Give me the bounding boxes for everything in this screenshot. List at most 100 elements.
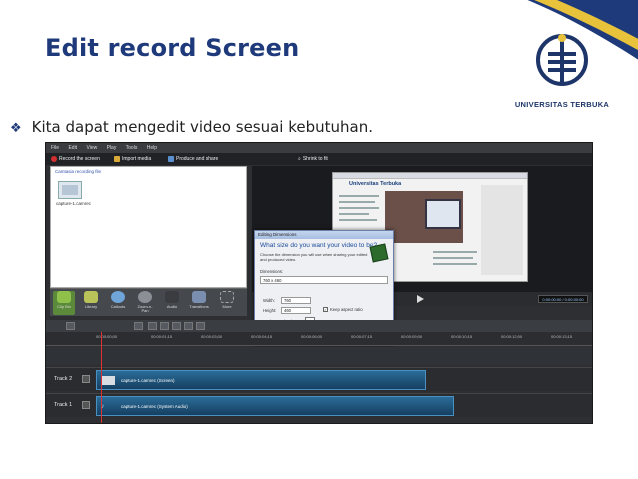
bullet-point: ❖ Kita dapat mengedit video sesuai kebutu…: [10, 118, 373, 136]
record-label: Record the screen: [59, 156, 100, 162]
ruler-tick: 00:00:12;00: [501, 334, 523, 339]
produce-share-button[interactable]: Produce and share: [168, 153, 218, 165]
timeline-settings-button[interactable]: [66, 322, 75, 330]
logo-text: UNIVERSITAS TERBUKA: [514, 100, 610, 109]
callout-icon: [111, 291, 125, 303]
menu-view[interactable]: View: [86, 145, 97, 151]
clip-label: capture-1.camrec (System Audio): [121, 404, 188, 409]
width-input[interactable]: 760: [281, 297, 311, 304]
tab-label: Library: [84, 304, 98, 309]
university-logo: UNIVERSITAS TERBUKA: [507, 30, 617, 116]
audio-clip[interactable]: ♪ capture-1.camrec (System Audio): [96, 396, 454, 416]
zoom-label: Shrink to fit: [302, 156, 328, 162]
tab-label: Callouts: [110, 304, 126, 309]
tab-clip-bin[interactable]: Clip Bin: [53, 291, 75, 315]
tab-zoom-pan[interactable]: Zoom-n-Pan: [134, 291, 156, 315]
clip-thumbnail[interactable]: [58, 181, 82, 199]
height-label: Height:: [263, 308, 277, 313]
ruler-tick: 00:00:03;00: [201, 334, 223, 339]
track-1: Track 1 ♪ capture-1.camrec (System Audio…: [46, 393, 592, 417]
zoom-icon: [138, 291, 152, 303]
produce-label: Produce and share: [176, 156, 219, 162]
magnifier-icon: ⌕: [298, 156, 301, 162]
text-line: [433, 257, 473, 259]
ruler-tick: 00:00:13;15: [551, 334, 573, 339]
tab-callouts[interactable]: Callouts: [107, 291, 129, 315]
text-line: [339, 195, 379, 197]
slide-title: Edit record Screen: [45, 34, 300, 62]
checkmark-icon: ✓: [323, 307, 328, 312]
empty-track: [46, 347, 592, 365]
browser-bar: [333, 173, 527, 179]
ruler-tick: 00:00:07;15: [351, 334, 373, 339]
height-input[interactable]: 460: [281, 307, 311, 314]
ruler-tick: 00:00:04;15: [251, 334, 273, 339]
film-icon: [369, 243, 389, 263]
webpage-sidebar: [481, 185, 523, 275]
menu-play[interactable]: Play: [107, 145, 117, 151]
ruler-tick: 00:00:06;00: [301, 334, 323, 339]
import-media-button[interactable]: Import media: [114, 153, 151, 165]
tab-transitions[interactable]: Transitions: [188, 291, 210, 315]
tab-more[interactable]: More: [216, 291, 238, 315]
screen-clip[interactable]: capture-1.camrec (Screen): [96, 370, 426, 390]
timeline-toolbar: [46, 320, 592, 332]
webpage-photo: [385, 191, 463, 243]
width-label: Width:: [263, 298, 275, 303]
record-icon: [51, 156, 57, 162]
tab-label: Zoom-n-Pan: [137, 304, 153, 313]
timeline-ruler[interactable]: 00:00:00;00 00:00:01;15 00:00:03;00 00:0…: [46, 332, 592, 346]
record-screen-button[interactable]: Record the screen: [51, 153, 100, 165]
dialog-title: Editing Dimensions: [255, 231, 393, 239]
diamond-bullet-icon: ❖: [10, 121, 22, 136]
folder-icon: [114, 156, 120, 162]
split-button[interactable]: [160, 322, 169, 330]
clip-bin-header: Camtasia recording file: [55, 169, 102, 174]
clip-label: capture-1.camrec (Screen): [121, 378, 175, 383]
share-icon: [168, 156, 174, 162]
playhead[interactable]: [101, 332, 102, 423]
ruler-tick: 00:00:00;00: [96, 334, 118, 339]
clip-filename: capture-1.camrec: [56, 201, 92, 206]
menu-help[interactable]: Help: [147, 145, 157, 151]
clip-bin-icon: [57, 291, 71, 303]
import-label: Import media: [122, 156, 152, 162]
track-name: Track 1: [54, 402, 73, 408]
task-tabs: Clip Bin Library Callouts Zoom-n-Pan Aud…: [50, 288, 247, 316]
clip-bin-panel: Camtasia recording file capture-1.camrec: [50, 166, 247, 288]
dialog-question: What size do you want your video to be?: [260, 242, 378, 249]
tab-label: More: [222, 304, 232, 309]
delete-button[interactable]: [196, 322, 205, 330]
menu-file[interactable]: File: [51, 145, 59, 151]
site-title: Universitas Terbuka: [349, 181, 402, 187]
dialog-description: Choose the dimension you will use when s…: [260, 252, 368, 262]
tab-label: Audio: [166, 304, 178, 309]
ruler-tick: 00:00:09;00: [401, 334, 423, 339]
video-thumbnail-icon: [101, 376, 115, 385]
text-line: [339, 201, 375, 203]
tab-audio[interactable]: Audio: [161, 291, 183, 315]
track-2: Track 2 capture-1.camrec (Screen): [46, 367, 592, 391]
ruler-tick: 00:00:10;15: [451, 334, 473, 339]
tab-library[interactable]: Library: [80, 291, 102, 315]
text-line: [339, 219, 377, 221]
zoom-dropdown[interactable]: ⌕ Shrink to fit: [298, 153, 328, 165]
keep-aspect-checkbox[interactable]: ✓ Keep aspect ratio: [323, 307, 363, 312]
track-toggle[interactable]: [82, 401, 90, 409]
text-line: [433, 263, 477, 265]
track-toggle[interactable]: [82, 375, 90, 383]
copy-button[interactable]: [172, 322, 181, 330]
cut-button[interactable]: [148, 322, 157, 330]
track-name: Track 2: [54, 376, 73, 382]
menu-edit[interactable]: Edit: [68, 145, 77, 151]
menu-tools[interactable]: Tools: [126, 145, 138, 151]
zoom-slider-icon[interactable]: [134, 322, 143, 330]
audio-note-icon: ♪: [101, 403, 105, 410]
text-line: [433, 251, 477, 253]
dimensions-label: Dimensions:: [260, 269, 284, 274]
bullet-text: Kita dapat mengedit video sesuai kebutuh…: [31, 118, 374, 136]
dimensions-select[interactable]: 760 x 460: [260, 276, 388, 284]
play-icon[interactable]: [417, 295, 424, 303]
paste-button[interactable]: [184, 322, 193, 330]
main-toolbar: Record the screen Import media Produce a…: [46, 153, 592, 165]
